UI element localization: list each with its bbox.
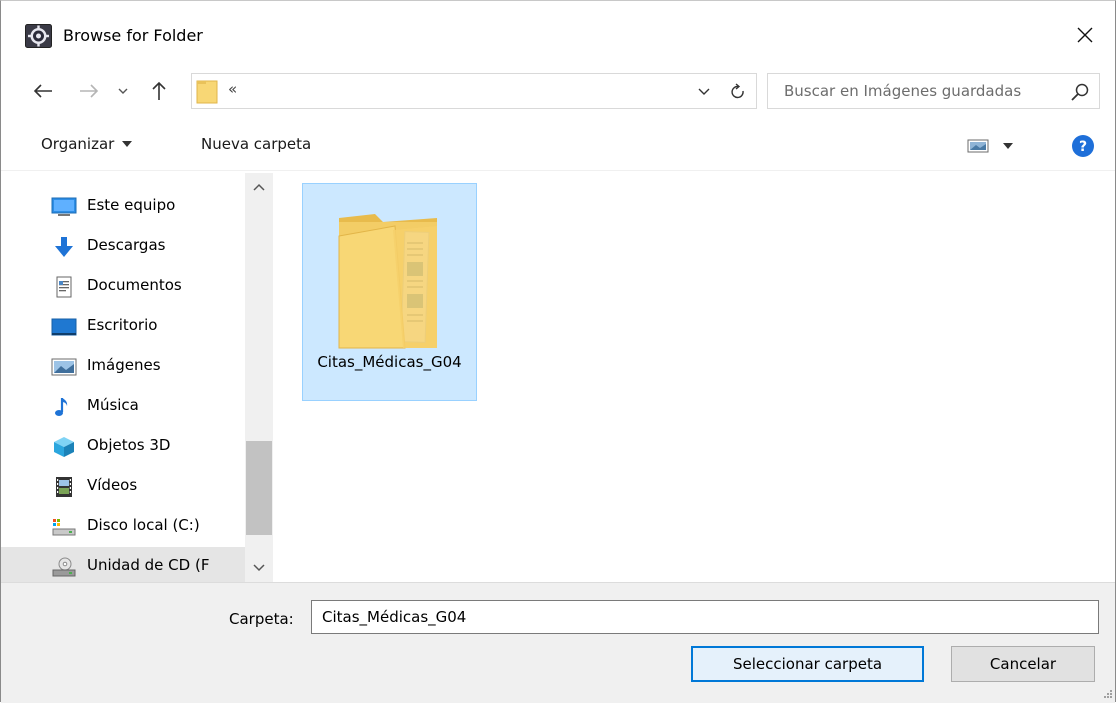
view-options-button[interactable] <box>967 134 1027 158</box>
help-icon[interactable]: ? <box>1071 134 1095 158</box>
search-icon[interactable] <box>1069 81 1091 103</box>
scroll-thumb[interactable] <box>246 441 272 535</box>
caret-down-icon <box>122 141 133 147</box>
back-button[interactable] <box>29 77 57 105</box>
forward-arrow-icon <box>80 84 99 98</box>
chevron-down-icon <box>698 88 710 95</box>
desktop-icon <box>51 318 77 336</box>
folder-field-label: Carpeta: <box>229 610 294 628</box>
folder-name-input[interactable] <box>311 600 1099 634</box>
forward-button[interactable] <box>75 77 103 105</box>
nav-pane-scrollbar[interactable] <box>245 173 272 582</box>
nav-item-videos[interactable]: Vídeos <box>1 467 245 507</box>
folder-item-name: Citas_Médicas_G04 <box>317 353 462 371</box>
nav-item-disco-local[interactable]: Disco local (C:) <box>1 507 245 547</box>
back-arrow-icon <box>33 84 52 98</box>
chevron-up-icon <box>253 183 265 191</box>
nav-item-musica[interactable]: Música <box>1 387 245 427</box>
local-disk-icon <box>52 519 76 536</box>
footer: Carpeta: Seleccionar carpeta Cancelar <box>1 582 1115 703</box>
up-arrow-icon <box>152 81 166 100</box>
nav-item-label: Música <box>87 396 139 414</box>
folder-item[interactable]: Citas_Médicas_G04 <box>302 183 477 401</box>
downloads-icon <box>55 237 73 257</box>
nav-item-label: Documentos <box>87 276 182 294</box>
view-options-icon <box>967 139 989 153</box>
scroll-up-button[interactable] <box>245 173 272 201</box>
refresh-button[interactable] <box>726 81 750 103</box>
address-bar[interactable]: « <box>191 73 757 109</box>
nav-item-imagenes[interactable]: Imágenes <box>1 347 245 387</box>
nav-item-label: Vídeos <box>87 476 138 494</box>
chevron-down-icon <box>118 88 128 94</box>
command-toolbar: Organizar Nueva carpeta ? <box>1 121 1115 171</box>
nav-item-unidad-cd[interactable]: Unidad de CD (F <box>1 547 245 582</box>
nav-item-este-equipo[interactable]: Este equipo <box>1 187 245 227</box>
address-path: « <box>228 80 238 98</box>
pictures-icon <box>51 358 77 376</box>
new-folder-button[interactable]: Nueva carpeta <box>201 135 311 153</box>
nav-item-label: Unidad de CD (F <box>87 556 210 574</box>
nav-item-descargas[interactable]: Descargas <box>1 227 245 267</box>
folder-icon <box>338 214 437 349</box>
recent-locations-button[interactable] <box>109 77 137 105</box>
nav-item-escritorio[interactable]: Escritorio <box>1 307 245 347</box>
videos-icon <box>56 477 72 497</box>
documents-icon <box>56 276 72 298</box>
nav-item-label: Imágenes <box>87 356 161 374</box>
search-box <box>767 73 1100 109</box>
nav-item-label: Este equipo <box>87 196 176 214</box>
search-input[interactable] <box>784 74 1064 108</box>
3d-objects-icon <box>54 437 74 457</box>
nav-item-label: Disco local (C:) <box>87 516 200 534</box>
app-gear-icon <box>25 24 52 48</box>
nav-item-label: Objetos 3D <box>87 436 171 454</box>
nav-item-objetos-3d[interactable]: Objetos 3D <box>1 427 245 467</box>
up-button[interactable] <box>145 77 173 105</box>
refresh-icon <box>731 83 744 99</box>
nav-item-label: Escritorio <box>87 316 158 334</box>
chevron-down-icon <box>253 564 265 572</box>
title-bar: Browse for Folder <box>1 1 1115 71</box>
organize-label: Organizar <box>41 135 115 153</box>
music-icon <box>55 398 68 416</box>
caret-down-icon <box>1003 143 1013 149</box>
address-dropdown-button[interactable] <box>694 82 714 102</box>
nav-item-label: Descargas <box>87 236 166 254</box>
browse-folder-dialog: Browse for Folder « Buscar en Imágenes g… <box>0 0 1116 703</box>
folder-icon <box>196 80 218 104</box>
window-title: Browse for Folder <box>63 26 203 45</box>
resize-grip-icon[interactable] <box>1099 687 1113 701</box>
organize-menu-button[interactable]: Organizar <box>41 135 133 153</box>
close-icon <box>1077 27 1093 43</box>
computer-icon <box>51 197 77 216</box>
content-pane: Citas_Médicas_G04 <box>274 173 1115 582</box>
nav-item-documentos[interactable]: Documentos <box>1 267 245 307</box>
cancel-button[interactable]: Cancelar <box>951 646 1095 682</box>
navigation-pane: Este equipo Descargas Documentos Escrito… <box>1 173 273 582</box>
cd-drive-icon <box>52 557 76 577</box>
scroll-down-button[interactable] <box>245 554 272 582</box>
svg-text:?: ? <box>1079 139 1087 155</box>
select-folder-button[interactable]: Seleccionar carpeta <box>691 646 924 682</box>
close-button[interactable] <box>1055 1 1115 69</box>
address-row: « <box>1 69 1115 113</box>
